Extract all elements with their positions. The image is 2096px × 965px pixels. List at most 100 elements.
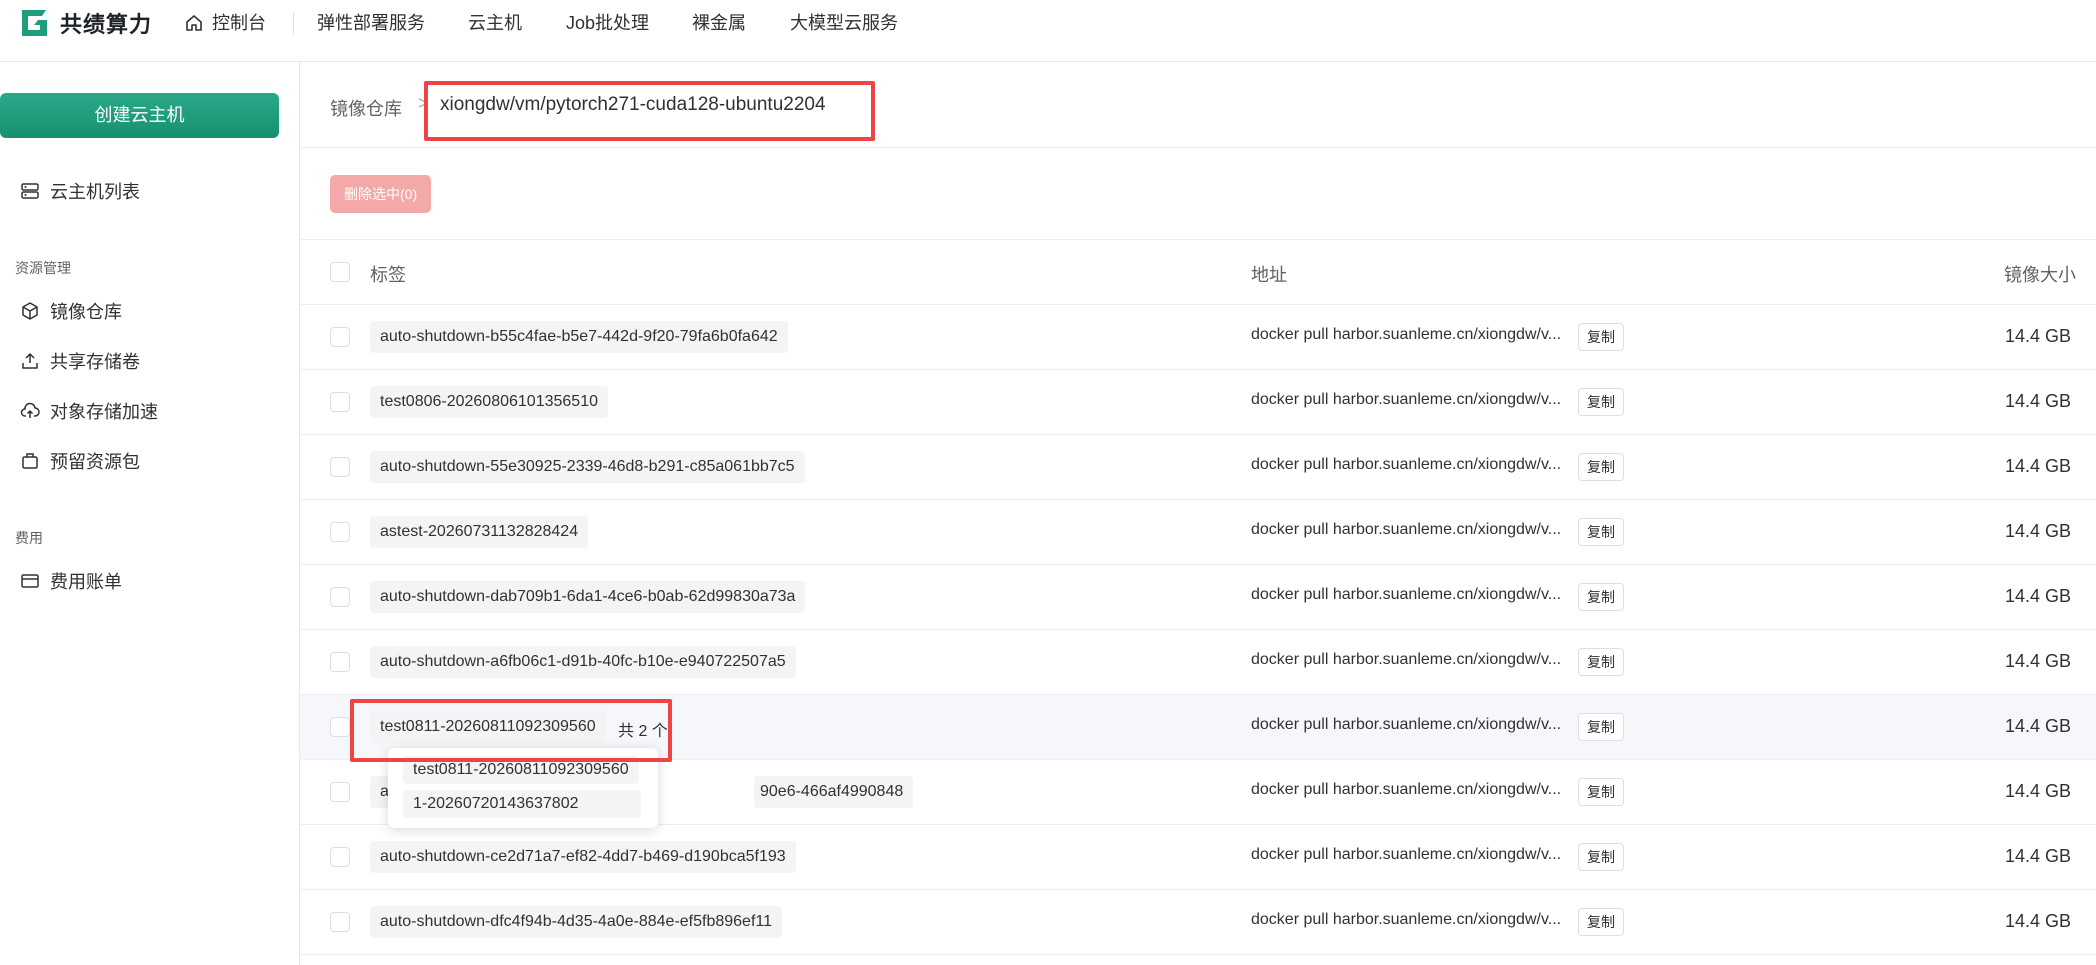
copy-button[interactable]: 复制: [1578, 453, 1624, 481]
image-size: 14.4 GB: [2004, 521, 2071, 541]
more-tags-trigger[interactable]: 共 2 个: [618, 717, 668, 741]
tag-chip: auto-shutdown-a6fb06c1-d91b-40fc-b10e-e9…: [370, 646, 796, 678]
tag-chip: auto-shutdown-dab709b1-6da1-4ce6-b0ab-62…: [370, 581, 806, 613]
pull-address: docker pull harbor.suanleme.cn/xiongdw/v…: [1251, 586, 1562, 603]
row-checkbox[interactable]: [330, 522, 350, 542]
nav-llm-service[interactable]: 大模型云服务: [790, 10, 898, 36]
image-size: 14.4 GB: [2004, 651, 2071, 671]
copy-button[interactable]: 复制: [1578, 778, 1624, 806]
row-checkbox[interactable]: [330, 652, 350, 672]
image-size: 14.4 GB: [2004, 586, 2071, 606]
brand-name: 共绩算力: [60, 12, 153, 37]
brand-logo-icon: [22, 10, 47, 36]
row-checkbox[interactable]: [330, 587, 350, 607]
header-size: 镜像大小: [2004, 265, 2076, 285]
copy-button[interactable]: 复制: [1578, 843, 1624, 871]
image-tag-table: 标签 地址 镜像大小 auto-shutdown-b55c4fae-b5e7-4…: [300, 240, 2096, 955]
server-icon: [20, 181, 40, 201]
image-size: 14.4 GB: [2004, 716, 2071, 736]
pull-address: docker pull harbor.suanleme.cn/xiongdw/v…: [1251, 456, 1562, 473]
nav-elastic-deploy[interactable]: 弹性部署服务: [317, 10, 425, 36]
table-row: astest-20260731132828424 docker pull har…: [300, 500, 2096, 565]
pull-address: docker pull harbor.suanleme.cn/xiongdw/v…: [1251, 781, 1562, 798]
image-size: 14.4 GB: [2004, 781, 2071, 801]
sidebar-item-object-storage[interactable]: 对象存储加速: [20, 396, 158, 426]
header-address: 地址: [1251, 265, 1287, 285]
pull-address: docker pull harbor.suanleme.cn/xiongdw/v…: [1251, 846, 1562, 863]
nav-bare-metal[interactable]: 裸金属: [692, 10, 746, 36]
image-size: 14.4 GB: [2004, 846, 2071, 866]
pull-address: docker pull harbor.suanleme.cn/xiongdw/v…: [1251, 521, 1562, 538]
table-row: auto-shutdown-a6fb06c1-d91b-40fc-b10e-e9…: [300, 630, 2096, 695]
tag-chip-tail: 90e6-466af4990848: [754, 776, 914, 808]
nav-console[interactable]: 控制台: [184, 10, 266, 36]
card-icon: [20, 571, 40, 591]
sidebar: 创建云主机 云主机列表 资源管理 镜像仓库 共享存储卷 对象存储加速 预留资源包…: [0, 62, 300, 965]
cloud-upload-icon: [20, 401, 40, 421]
row-checkbox[interactable]: [330, 457, 350, 477]
pull-address: docker pull harbor.suanleme.cn/xiongdw/v…: [1251, 391, 1562, 408]
table-row: test0806-20260806101356510 docker pull h…: [300, 370, 2096, 435]
image-size: 14.4 GB: [2004, 456, 2071, 476]
sidebar-item-label: 对象存储加速: [50, 402, 158, 422]
sidebar-item-shared-storage[interactable]: 共享存储卷: [20, 346, 140, 376]
tag-chip: auto-shutdown-dfc4f94b-4d35-4a0e-884e-ef…: [370, 906, 782, 938]
create-vm-button[interactable]: 创建云主机: [0, 93, 279, 138]
home-icon: [186, 15, 202, 31]
image-size: 14.4 GB: [2004, 911, 2071, 931]
brand-logo[interactable]: 共绩算力: [20, 7, 152, 39]
table-row: auto-shutdown-b55c4fae-b5e7-442d-9f20-79…: [300, 305, 2096, 370]
pull-address: docker pull harbor.suanleme.cn/xiongdw/v…: [1251, 911, 1562, 928]
table-row: auto-shutdown-ce2d71a7-ef82-4dd7-b469-d1…: [300, 825, 2096, 890]
breadcrumb-root-link[interactable]: 镜像仓库: [330, 95, 402, 121]
row-checkbox[interactable]: [330, 847, 350, 867]
upload-tray-icon: [20, 351, 40, 371]
copy-button[interactable]: 复制: [1578, 583, 1624, 611]
tag-chip: test0811-20260811092309560: [370, 711, 606, 743]
row-checkbox[interactable]: [330, 912, 350, 932]
table-header: 标签 地址 镜像大小: [300, 240, 2096, 305]
cube-icon: [20, 301, 40, 321]
header-tag: 标签: [370, 265, 406, 285]
table-row: auto-shutdown-55e30925-2339-46d8-b291-c8…: [300, 435, 2096, 500]
row-checkbox[interactable]: [330, 782, 350, 802]
toolbar: 删除选中(0): [300, 148, 2096, 240]
row-checkbox[interactable]: [330, 717, 350, 737]
pull-address: docker pull harbor.suanleme.cn/xiongdw/v…: [1251, 651, 1562, 668]
row-checkbox[interactable]: [330, 327, 350, 347]
copy-button[interactable]: 复制: [1578, 388, 1624, 416]
sidebar-item-billing[interactable]: 费用账单: [20, 566, 122, 596]
breadcrumb-separator: >: [418, 93, 429, 113]
sidebar-item-label: 云主机列表: [50, 182, 140, 202]
tag-chip: astest-20260731132828424: [370, 516, 589, 548]
tag-chip: auto-shutdown-b55c4fae-b5e7-442d-9f20-79…: [370, 321, 788, 353]
copy-button[interactable]: 复制: [1578, 713, 1624, 741]
tag-chip: test0806-20260806101356510: [370, 386, 608, 418]
tags-popover: test0811-20260811092309560 1-20260720143…: [388, 748, 658, 828]
copy-button[interactable]: 复制: [1578, 518, 1624, 546]
nav-cloud-host[interactable]: 云主机: [468, 10, 522, 36]
copy-button[interactable]: 复制: [1578, 323, 1624, 351]
sidebar-item-vm-list[interactable]: 云主机列表: [20, 176, 140, 206]
popover-tag-chip: 1-20260720143637802: [403, 790, 641, 818]
table-row: auto-shutdown-dfc4f94b-4d35-4a0e-884e-ef…: [300, 890, 2096, 955]
select-all-checkbox[interactable]: [330, 262, 350, 282]
sidebar-item-label: 费用账单: [50, 572, 122, 592]
copy-button[interactable]: 复制: [1578, 648, 1624, 676]
nav-job-batch[interactable]: Job批处理: [566, 10, 649, 36]
table-row: auto-shutdown-dab709b1-6da1-4ce6-b0ab-62…: [300, 565, 2096, 630]
breadcrumb: 镜像仓库 > xiongdw/vm/pytorch271-cuda128-ubu…: [300, 62, 2096, 148]
row-checkbox[interactable]: [330, 392, 350, 412]
tag-chip: auto-shutdown-55e30925-2339-46d8-b291-c8…: [370, 451, 805, 483]
sidebar-item-reserved-pkg[interactable]: 预留资源包: [20, 446, 140, 476]
delete-selected-button[interactable]: 删除选中(0): [330, 175, 432, 213]
breadcrumb-current: xiongdw/vm/pytorch271-cuda128-ubuntu2204: [440, 94, 826, 115]
copy-button[interactable]: 复制: [1578, 908, 1624, 936]
sidebar-item-image-repo[interactable]: 镜像仓库: [20, 296, 122, 326]
popover-tag-chip: test0811-20260811092309560: [403, 756, 639, 784]
sidebar-group-resources: 资源管理: [15, 260, 71, 276]
top-nav: 共绩算力 控制台 弹性部署服务 云主机 Job批处理 裸金属 大模型云服务: [0, 0, 2096, 62]
tag-chip: auto-shutdown-ce2d71a7-ef82-4dd7-b469-d1…: [370, 841, 796, 873]
pull-address: docker pull harbor.suanleme.cn/xiongdw/v…: [1251, 716, 1562, 733]
sidebar-group-billing: 费用: [15, 530, 43, 546]
